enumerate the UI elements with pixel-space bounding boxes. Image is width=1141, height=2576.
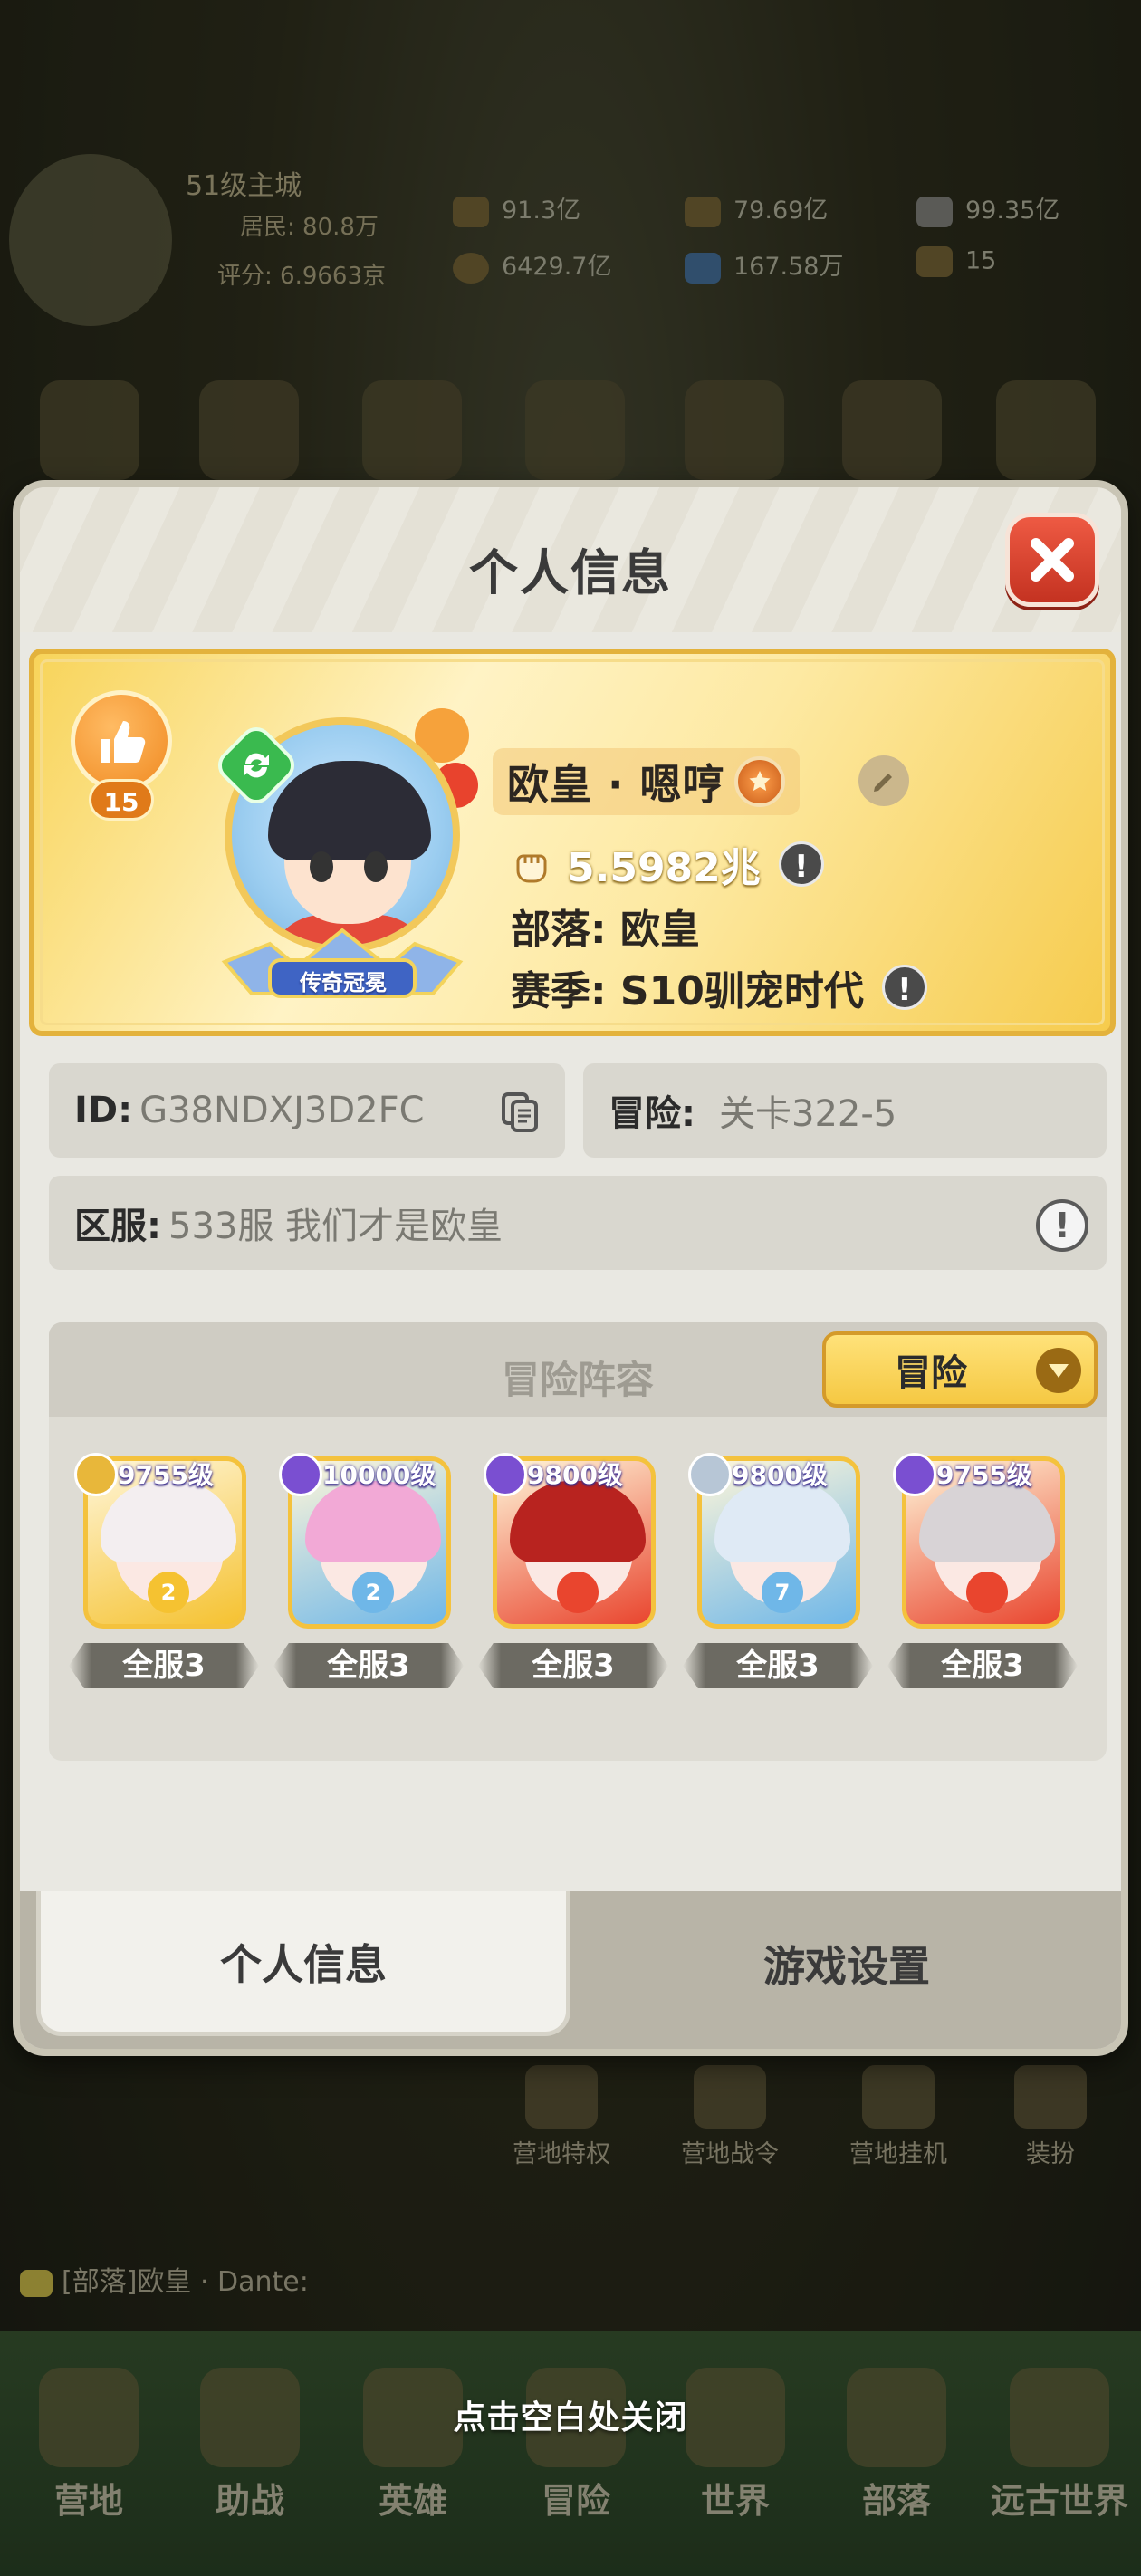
profile-modal: 个人信息 15 传奇冠冕 欧皇 · 嗯哼 5.5982兆 ! 部落: 欧皇 赛季… [13, 480, 1128, 2056]
hero-level: 10000级 [277, 1451, 445, 1500]
hero-level: 9800级 [686, 1451, 837, 1500]
hero-star-gem [966, 1572, 1008, 1613]
hero-star-gem: 2 [148, 1572, 189, 1613]
moon-icon [279, 1453, 322, 1496]
modal-title: 个人信息 [469, 544, 672, 601]
hero-slot[interactable]: 7 9800级全服3 [683, 1453, 873, 1692]
player-id-box: ID: G38NDXJ3D2FC [49, 1063, 565, 1158]
team-mode-label: 冒险 [895, 1352, 967, 1394]
hero-server-rank: 全服3 [69, 1643, 259, 1688]
crown-title: 传奇冠冕 [300, 970, 387, 995]
hero-level-text: 9755级 [936, 1460, 1032, 1490]
player-name-row: 欧皇 · 嗯哼 [493, 748, 800, 815]
hero-server-rank: 全服3 [887, 1643, 1078, 1688]
close-icon [1031, 538, 1074, 582]
hero-level-text: 9755级 [118, 1460, 214, 1490]
hero-slot[interactable]: 2 9755级全服3 [69, 1453, 259, 1692]
server-box: 区服: 533服 我们才是欧皇 ! [49, 1176, 1107, 1270]
power-value: 5.5982兆 [567, 845, 761, 891]
hero-slot[interactable]: 2 10000级全服3 [273, 1453, 464, 1692]
team-header: 冒险阵容 冒险 [49, 1322, 1107, 1417]
hero-level-text: 9800级 [732, 1460, 828, 1490]
hero-server-rank: 全服3 [478, 1643, 668, 1688]
id-label: ID: [74, 1090, 133, 1131]
modal-tab-bar: 个人信息 游戏设置 [20, 1891, 1121, 2049]
hero-star-gem: 2 [352, 1572, 394, 1613]
hero-star-gem [557, 1572, 599, 1613]
season-row: 赛季: S10驯宠时代 ! [511, 958, 927, 1016]
season-info: 赛季: S10驯宠时代 [511, 968, 864, 1014]
id-value: G38NDXJ3D2FC [139, 1090, 425, 1131]
edit-name-button[interactable] [858, 755, 909, 806]
hero-slot[interactable]: 9755级全服3 [887, 1453, 1078, 1692]
moon-icon [484, 1453, 527, 1496]
like-button[interactable] [71, 690, 172, 792]
close-hint: 点击空白处关闭 [453, 2399, 688, 2437]
power-row: 5.5982兆 ! [511, 835, 824, 893]
like-count: 15 [89, 779, 154, 821]
fist-icon [516, 854, 547, 883]
player-name: 欧皇 · 嗯哼 [507, 760, 725, 809]
hero-slot[interactable]: 9800级全服3 [478, 1453, 668, 1692]
hero-server-rank: 全服3 [683, 1643, 873, 1688]
tribe-info: 部落: 欧皇 [511, 907, 700, 953]
hero-level-text: 10000级 [322, 1460, 436, 1490]
chevron-down-icon [1036, 1348, 1081, 1393]
pencil-icon [874, 774, 892, 792]
close-button[interactable] [1005, 513, 1099, 607]
adventure-progress-box: 冒险: 关卡322-5 [583, 1063, 1107, 1158]
season-info-icon[interactable]: ! [881, 965, 927, 1010]
team-mode-dropdown[interactable]: 冒险 [822, 1331, 1098, 1408]
tab-personal-info[interactable]: 个人信息 [36, 1891, 570, 2036]
rank-badge-icon [734, 756, 785, 807]
thumbs-up-icon [101, 721, 146, 763]
hero-level: 9755级 [72, 1451, 223, 1500]
adventure-label: 冒险: [609, 1093, 695, 1135]
moon-icon [74, 1453, 118, 1496]
hero-level: 9755级 [891, 1451, 1041, 1500]
adventure-value: 关卡322-5 [719, 1093, 897, 1135]
copy-icon[interactable] [498, 1091, 542, 1134]
moon-icon [688, 1453, 732, 1496]
hero-server-rank: 全服3 [273, 1643, 464, 1688]
adventure-team-panel: 冒险阵容 冒险 2 9755级 全服3 2 10000级 全服3 9800级 全服3 7 9800… [49, 1322, 1107, 1761]
power-info-icon[interactable]: ! [778, 841, 824, 887]
moon-icon [893, 1453, 936, 1496]
refresh-icon [244, 753, 269, 778]
hero-level-text: 9800级 [527, 1460, 623, 1490]
hero-level: 9800级 [482, 1451, 632, 1500]
modal-header: 个人信息 [20, 487, 1121, 632]
profile-card: 15 传奇冠冕 欧皇 · 嗯哼 5.5982兆 ! 部落: 欧皇 赛季: S10… [29, 649, 1116, 1036]
tab-game-settings[interactable]: 游戏设置 [574, 1891, 1119, 2036]
server-label: 区服: [74, 1206, 161, 1247]
hero-star-gem: 7 [762, 1572, 803, 1613]
server-info-icon[interactable]: ! [1036, 1199, 1088, 1252]
server-value: 533服 我们才是欧皇 [168, 1206, 503, 1247]
